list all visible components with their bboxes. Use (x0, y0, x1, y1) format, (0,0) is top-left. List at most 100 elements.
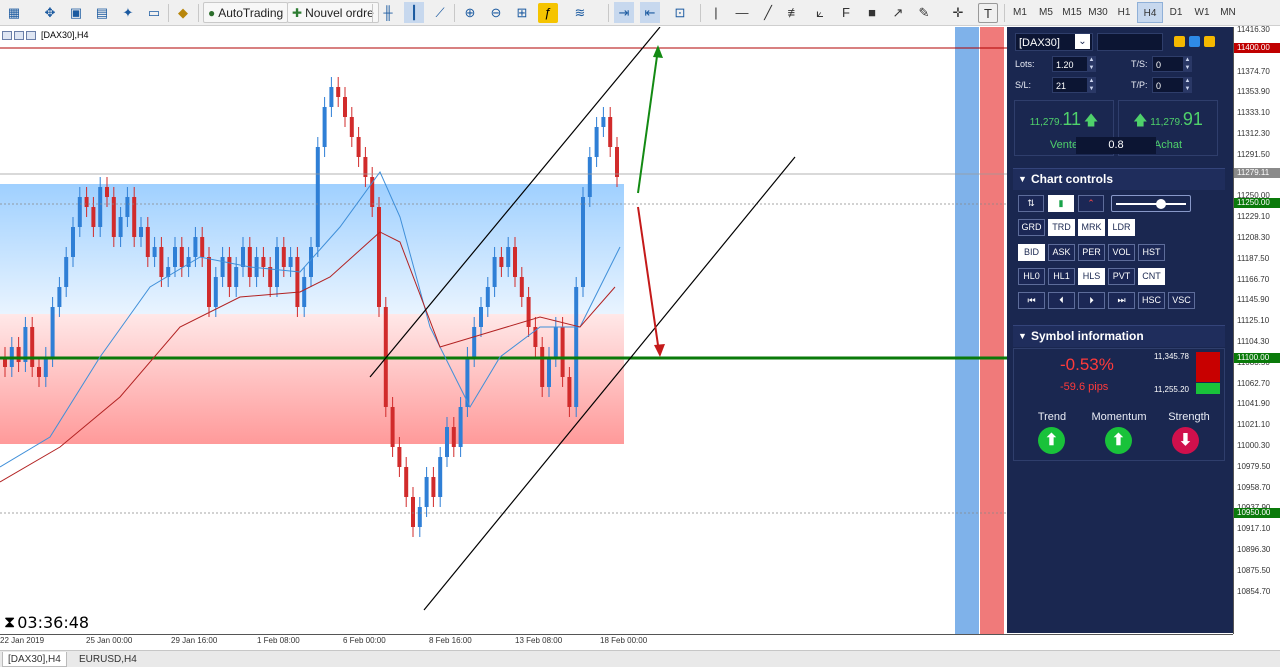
minimize-icon[interactable] (1204, 36, 1215, 47)
candlestick-button[interactable]: ┃ (404, 2, 424, 23)
ts-input[interactable]: 0 (1152, 56, 1184, 72)
control-row2-button[interactable]: ASK (1048, 244, 1075, 261)
timeframe-m1[interactable]: M1 (1007, 2, 1033, 23)
timeframe-h4[interactable]: H4 (1137, 2, 1163, 23)
new-order-button[interactable]: ✚ Nouvel ordre (287, 2, 379, 23)
bar-mode-icon: ⇅ (1027, 198, 1035, 208)
tp-spinner[interactable]: ▲ ▼ (1183, 77, 1192, 93)
zoom-slider[interactable] (1111, 195, 1191, 212)
chart-shift-button[interactable]: ⇤ (640, 2, 660, 23)
control-row4-button[interactable]: ⏮ (1018, 292, 1045, 309)
control-row4-button[interactable]: HSC (1138, 292, 1165, 309)
candle-mode-button[interactable]: ▮ (1048, 195, 1074, 212)
timeframe-mn[interactable]: MN (1215, 2, 1241, 23)
sl-input[interactable]: 21 (1052, 77, 1088, 93)
control-row2-button[interactable]: PER (1078, 244, 1105, 261)
chart-tab[interactable]: [DAX30],H4 (2, 652, 67, 667)
shapes-button[interactable]: ✎ (914, 2, 934, 23)
navigator-button[interactable]: ✦ (118, 2, 138, 23)
cursor-button[interactable]: | (706, 2, 726, 23)
fibo-fan-button[interactable]: ⟀ (810, 2, 830, 23)
lots-input[interactable]: 1.20 (1052, 56, 1088, 72)
timeframe-w1[interactable]: W1 (1189, 2, 1215, 23)
ts-spinner[interactable]: ▲ ▼ (1183, 56, 1192, 72)
strategy-tester-button[interactable]: ◆ (173, 2, 193, 23)
timeframe-h1[interactable]: H1 (1111, 2, 1137, 23)
templates-button[interactable]: ⊡ (670, 2, 690, 23)
control-row2-button[interactable]: BID (1018, 244, 1045, 261)
price-axis[interactable]: 11416.3011395.3511374.7011353.9011333.10… (1233, 25, 1280, 634)
text-button[interactable]: T (978, 2, 998, 23)
rectangle-button[interactable]: ■ (862, 2, 882, 23)
control-row3-button[interactable]: HL1 (1048, 268, 1075, 285)
line-mode-button[interactable]: ⌃ (1078, 195, 1104, 212)
bar-mode-button[interactable]: ⇅ (1018, 195, 1044, 212)
market-watch-button[interactable]: ▣ (66, 2, 86, 23)
control-row3-button[interactable]: PVT (1108, 268, 1135, 285)
timeframe-m30[interactable]: M30 (1085, 2, 1111, 23)
arrow-icon: ↗ (892, 4, 904, 20)
candle (281, 247, 286, 267)
line-chart-button[interactable]: ⟋ (430, 2, 450, 23)
control-row1-button[interactable]: TRD (1048, 219, 1075, 236)
control-row1-button[interactable]: LDR (1108, 219, 1135, 236)
momentum-arrow-up-icon: ⬆ (1105, 427, 1132, 454)
lots-spinner[interactable]: ▲ ▼ (1087, 56, 1096, 72)
fibonacci-button[interactable]: ≢ (784, 2, 804, 23)
chart-controls-header[interactable]: ▼ Chart controls (1013, 168, 1225, 190)
control-row3-button[interactable]: HL0 (1018, 268, 1045, 285)
control-row1-button[interactable]: GRD (1018, 219, 1045, 236)
caret-down-icon: ▼ (1018, 174, 1027, 184)
autotrading-button[interactable]: ● AutoTrading (203, 2, 289, 23)
tp-input[interactable]: 0 (1152, 77, 1184, 93)
sl-label: S/L: (1015, 80, 1032, 90)
control-row4-button[interactable]: ⏴ (1048, 292, 1075, 309)
control-row4-button[interactable]: VSC (1168, 292, 1195, 309)
time-label: 18 Feb 00:00 (600, 636, 648, 645)
timeframe-m5[interactable]: M5 (1033, 2, 1059, 23)
range-low-bar (1196, 383, 1220, 394)
new-chart-button[interactable]: ▦ (4, 2, 24, 23)
control-row4-button[interactable]: ⏭ (1108, 292, 1135, 309)
periods-button[interactable]: ≋ (570, 2, 590, 23)
chart-tab[interactable]: EURUSD,H4 (74, 652, 142, 667)
control-row2-button[interactable]: HST (1138, 244, 1165, 261)
link-icon[interactable] (1174, 36, 1185, 47)
sl-spinner[interactable]: ▲ ▼ (1087, 77, 1096, 93)
trend-arrow-up-icon: ⬆ (1038, 427, 1065, 454)
control-row1-button[interactable]: MRK (1078, 219, 1105, 236)
zoom-out-button[interactable]: ⊖ (486, 2, 506, 23)
timeframe-d1[interactable]: D1 (1163, 2, 1189, 23)
price-label: 11145.90 (1237, 295, 1270, 305)
zoom-out-icon: ⊖ (490, 4, 502, 20)
horizontal-line-button[interactable]: — (732, 2, 752, 23)
arrow-button[interactable]: ↗ (888, 2, 908, 23)
crosshair-button[interactable]: ✛ (948, 2, 968, 23)
fibo-expansion-button[interactable]: F (836, 2, 856, 23)
slider-thumb[interactable] (1156, 199, 1166, 209)
symbol-search-input[interactable] (1097, 33, 1163, 51)
bar-chart-button[interactable]: ╫ (378, 2, 398, 23)
control-row4-button[interactable]: ⏵ (1078, 292, 1105, 309)
control-row2-button[interactable]: VOL (1108, 244, 1135, 261)
candle (417, 507, 422, 527)
green-arrowhead (653, 45, 663, 58)
control-row3-button[interactable]: HLS (1078, 268, 1105, 285)
zoom-in-button[interactable]: ⊕ (460, 2, 480, 23)
time-axis[interactable]: 22 Jan 2019 25 Jan 00:00 29 Jan 16:00 1 Feb… (0, 634, 1233, 649)
indicators-button[interactable]: ƒ (538, 2, 558, 23)
symbol-info-header[interactable]: ▼ Symbol information (1013, 325, 1225, 347)
chevron-down-icon[interactable]: ⌄ (1075, 34, 1090, 49)
timeframe-m15[interactable]: M15 (1059, 2, 1085, 23)
control-row3-button[interactable]: CNT (1138, 268, 1165, 285)
data-window-button[interactable]: ▤ (92, 2, 112, 23)
trendline-button[interactable]: ╱ (758, 2, 778, 23)
terminal-button[interactable]: ▭ (144, 2, 164, 23)
candle (506, 247, 511, 267)
candle (553, 327, 558, 357)
profiles-button[interactable]: ✥ (40, 2, 60, 23)
auto-scroll-button[interactable]: ⇥ (614, 2, 634, 23)
time-label: 8 Feb 16:00 (429, 636, 472, 645)
settings-icon[interactable] (1189, 36, 1200, 47)
tile-windows-button[interactable]: ⊞ (512, 2, 532, 23)
